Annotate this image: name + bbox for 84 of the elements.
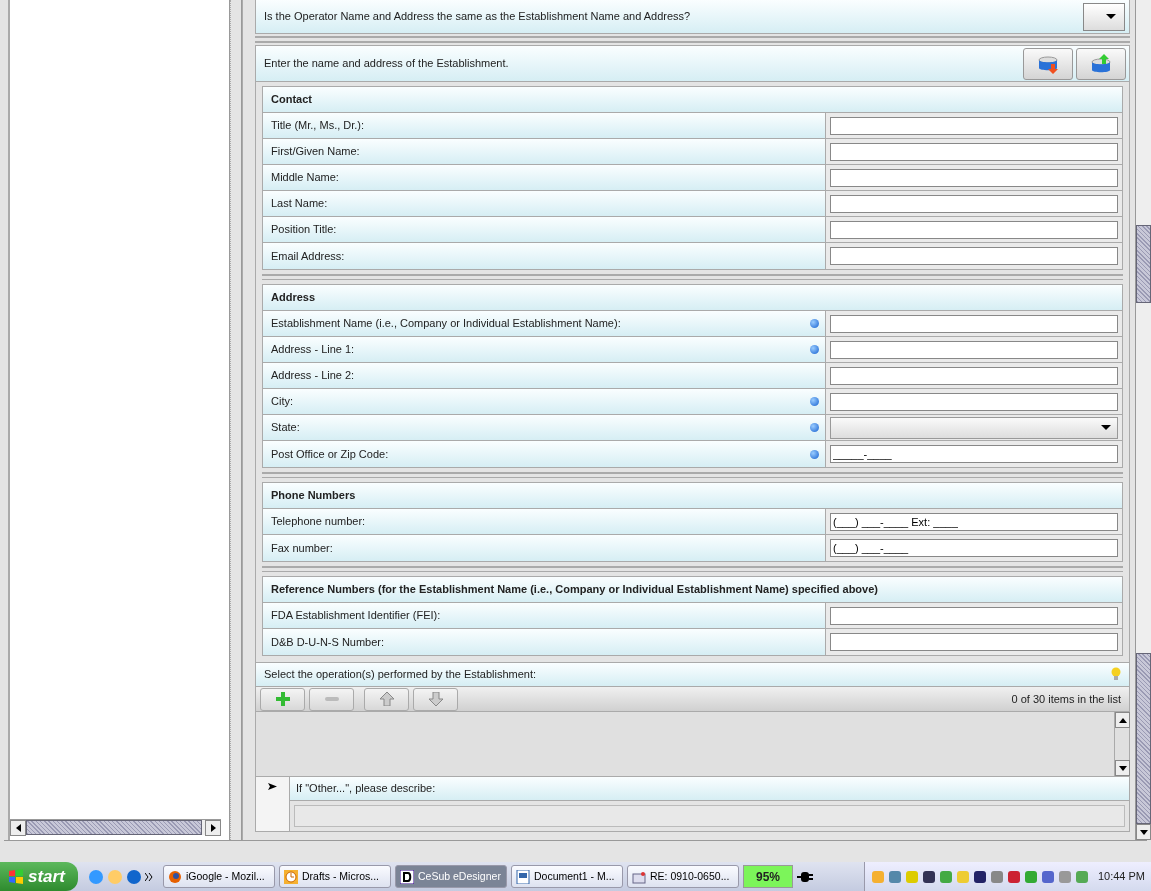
battery-meter: 95%: [743, 865, 793, 888]
tray-icon[interactable]: [921, 869, 936, 884]
field-label: City:: [271, 394, 294, 410]
remove-button[interactable]: [309, 687, 354, 711]
import-button[interactable]: [1023, 47, 1073, 80]
input-field[interactable]: [830, 606, 1118, 625]
document-icon: [516, 869, 530, 884]
field-label: Title (Mr., Ms., Dr.):: [271, 118, 366, 134]
input-field[interactable]: (___) ___-____ Ext: ____: [830, 512, 1118, 531]
horizontal-scrollbar[interactable]: [10, 819, 221, 835]
power-plug-icon: [797, 870, 813, 883]
group-title: Reference Numbers (for the Establishment Name (i.e., Company or Individual Establishment Name) specified above): [263, 577, 1122, 604]
field-label: Establishment Name (i.e., Company or Individual Establishment Name):: [271, 316, 622, 332]
lightbulb-icon: [1111, 667, 1121, 682]
clock-text: 10:44 PM: [1097, 869, 1145, 885]
dropdown[interactable]: [1083, 2, 1125, 31]
input-field[interactable]: [830, 340, 1118, 359]
taskbar-button[interactable]: Drafts - Micros...: [279, 865, 391, 888]
arrow-pointer-icon: [268, 783, 277, 790]
instruction-text: Enter the name and address of the Establishment.: [263, 56, 510, 72]
move-down-button[interactable]: [413, 687, 458, 711]
scrollbar-thumb[interactable]: [1136, 225, 1151, 303]
input-field[interactable]: [830, 366, 1118, 385]
field-label: Middle Name:: [271, 170, 340, 186]
pane-splitter[interactable]: [230, 0, 242, 840]
down-arrow-icon: [428, 692, 443, 707]
caret-icon: [1106, 14, 1116, 20]
export-button[interactable]: [1076, 47, 1126, 80]
windows-logo-icon: [8, 868, 24, 885]
mail-icon: [632, 869, 646, 884]
group-title: Address: [263, 285, 1122, 312]
question-text: Is the Operator Name and Address the same as the Establishment Name and Address?: [263, 9, 692, 25]
field-label: Post Office or Zip Code:: [271, 446, 390, 462]
input-field[interactable]: [830, 392, 1118, 411]
other-label: If "Other...", please describe:: [296, 781, 436, 797]
scrollbar-thumb[interactable]: [1136, 653, 1151, 824]
field-label: First/Given Name:: [271, 144, 361, 160]
taskbar-button[interactable]: iGoogle - Mozil...: [163, 865, 275, 888]
add-button[interactable]: [260, 687, 305, 711]
vertical-scrollbar[interactable]: [1135, 0, 1151, 840]
field-label: Position Title:: [271, 222, 338, 238]
group-title: Contact: [263, 87, 1122, 114]
scroll-up-icon[interactable]: [1118, 717, 1127, 723]
input-field[interactable]: [830, 220, 1118, 239]
caret-icon: [1101, 425, 1111, 431]
input-field[interactable]: [830, 168, 1118, 187]
input-field[interactable]: (___) ___-____: [830, 539, 1118, 558]
tray-icon[interactable]: [972, 869, 987, 884]
taskbar-button[interactable]: RE: 0910-0650...: [627, 865, 739, 888]
field-label: Fax number:: [271, 540, 334, 556]
operations-label: Select the operation(s) performed by the Establishment:: [264, 667, 538, 683]
scroll-down-icon[interactable]: [1118, 765, 1127, 771]
other-input-field[interactable]: [294, 805, 1125, 827]
input-field[interactable]: [830, 247, 1118, 266]
input-field[interactable]: [830, 116, 1118, 135]
field-label: Last Name:: [271, 196, 329, 212]
field-label: D&B D-U-N-S Number:: [271, 634, 386, 650]
bucket-up-arrow-icon: [1090, 52, 1112, 75]
field-label: FDA Establishment Identifier (FEI):: [271, 608, 442, 624]
field-label: State:: [271, 420, 301, 436]
field-label: Address - Line 1:: [271, 342, 356, 358]
move-up-button[interactable]: [364, 687, 409, 711]
plus-icon: [275, 692, 290, 707]
item-count: 0 of 30 items in the list: [1011, 691, 1122, 707]
input-field[interactable]: [830, 142, 1118, 161]
chevron-icon[interactable]: [145, 872, 153, 881]
input-field[interactable]: _____-____: [830, 445, 1118, 464]
scroll-left-icon[interactable]: [15, 824, 21, 832]
group-title: Phone Numbers: [263, 483, 1122, 510]
scroll-down-icon[interactable]: [1139, 829, 1148, 835]
input-field[interactable]: [830, 633, 1118, 652]
d-logo-icon: [400, 869, 414, 884]
clock-icon: [284, 869, 298, 884]
input-field[interactable]: [830, 314, 1118, 333]
up-arrow-icon: [379, 692, 394, 707]
taskbar-button[interactable]: CeSub eDesigner: [395, 865, 507, 888]
field-label: Email Address:: [271, 248, 346, 264]
select-field[interactable]: [830, 416, 1118, 439]
field-label: Address - Line 2:: [271, 368, 356, 384]
input-field[interactable]: [830, 194, 1118, 213]
field-label: Telephone number:: [271, 514, 367, 530]
scroll-right-icon[interactable]: [210, 824, 216, 832]
taskbar-button[interactable]: Document1 - M...: [511, 865, 623, 888]
scrollbar-thumb[interactable]: [26, 820, 202, 835]
